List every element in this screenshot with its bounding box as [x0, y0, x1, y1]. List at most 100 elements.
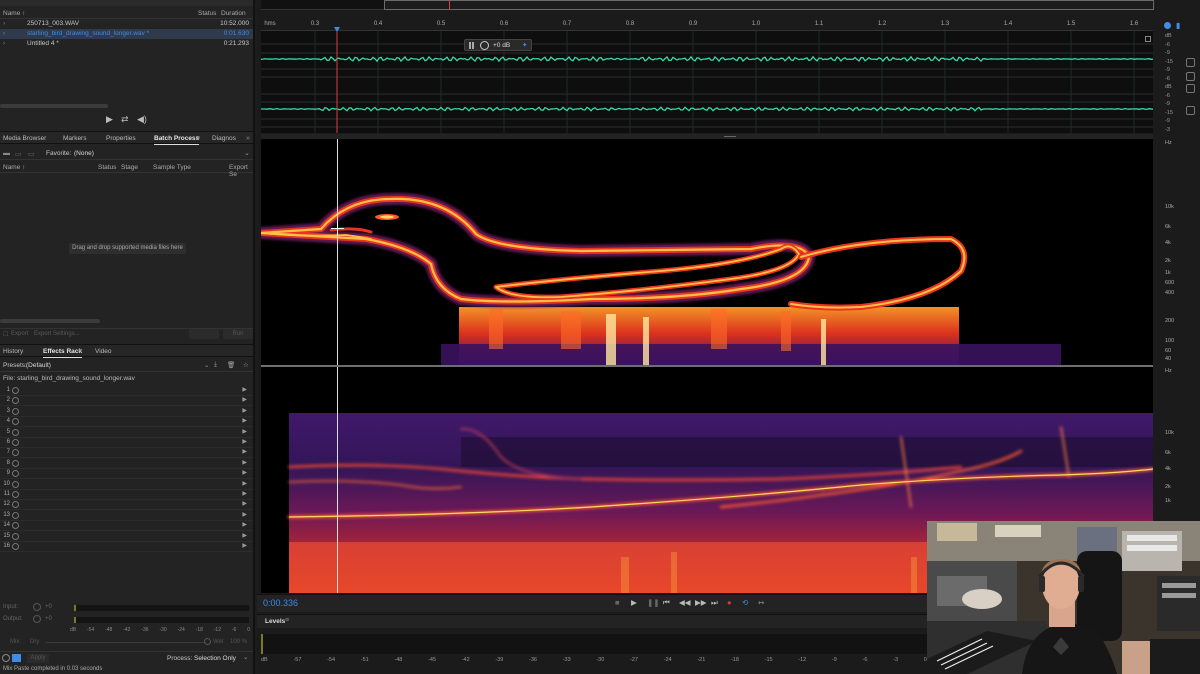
slot-menu-arrow-icon[interactable]: ▶	[242, 521, 247, 528]
effect-slot[interactable]: 13 ▶	[0, 511, 253, 521]
power-icon[interactable]	[2, 654, 10, 662]
star-icon[interactable]: ☆	[243, 361, 249, 369]
apply-effects-button[interactable]: Apply	[27, 654, 49, 663]
effect-slot[interactable]: 16 ▶	[0, 542, 253, 552]
output-knob[interactable]	[33, 615, 41, 623]
remove-icon[interactable]: ▭	[28, 150, 35, 158]
files-col-name[interactable]: Name ↑	[3, 10, 25, 17]
batch-col-stage[interactable]: Stage	[121, 164, 138, 171]
tab-properties[interactable]: Properties	[106, 135, 136, 142]
slot-power-icon[interactable]	[12, 418, 19, 426]
time-ruler[interactable]: hms 0.3 0.4 0.5 0.6 0.7 0.8 0.9 1.0 1.1 1.2 1.3 1.4…	[261, 18, 1153, 32]
rack-view-icon[interactable]	[12, 654, 21, 662]
effect-slot[interactable]: 8 ▶	[0, 459, 253, 469]
input-knob[interactable]	[33, 603, 41, 611]
chevron-down-icon[interactable]: ⌄	[244, 149, 250, 157]
spectrogram-channel-1[interactable]	[261, 139, 1153, 365]
channel-r2-icon[interactable]	[1186, 106, 1195, 115]
zoom-to-fit-icon[interactable]	[1145, 36, 1151, 42]
slot-menu-arrow-icon[interactable]: ▶	[242, 428, 247, 435]
loop-icon[interactable]: ⇄	[121, 114, 129, 125]
move-to-end-icon[interactable]: ⏭	[711, 598, 718, 608]
process-select[interactable]: Selection Only	[194, 655, 236, 662]
effect-slot[interactable]: 6 ▶	[0, 438, 253, 448]
slot-menu-arrow-icon[interactable]: ▶	[242, 532, 247, 539]
slot-power-icon[interactable]	[12, 439, 19, 446]
slot-power-icon[interactable]	[12, 480, 19, 488]
slot-menu-arrow-icon[interactable]: ▶	[242, 459, 247, 466]
effect-slot[interactable]: 9 ▶	[0, 469, 253, 480]
batch-col-name[interactable]: Name ↑	[3, 164, 25, 171]
slot-power-icon[interactable]	[12, 491, 19, 498]
channel-link-icon[interactable]	[1186, 84, 1195, 93]
overview-visible-range[interactable]	[384, 0, 1154, 10]
panel-menu-icon[interactable]: ≡	[196, 135, 200, 142]
chevron-down-icon[interactable]: ⌄	[243, 653, 248, 661]
channel-l-icon[interactable]	[1186, 58, 1195, 67]
slot-menu-arrow-icon[interactable]: ▶	[242, 542, 247, 549]
timecode-display[interactable]: 0:00.336	[263, 598, 298, 608]
file-row[interactable]: › Untitled 4 * 0:21.293	[0, 39, 253, 49]
files-col-duration[interactable]: Duration	[221, 10, 246, 17]
slot-power-icon[interactable]	[12, 543, 19, 550]
waveform-view[interactable]: +0 dB ✦	[261, 31, 1153, 133]
frequency-icon[interactable]: ▮	[1176, 21, 1180, 30]
tab-history[interactable]: History	[3, 348, 23, 355]
file-row[interactable]: › 250713_003.WAV 10:52.000	[0, 19, 253, 29]
expand-chevron-icon[interactable]: ›	[3, 30, 5, 37]
move-to-start-icon[interactable]: ⏮	[663, 598, 670, 608]
slot-menu-arrow-icon[interactable]: ▶	[242, 480, 247, 487]
slot-menu-arrow-icon[interactable]: ▶	[242, 469, 247, 476]
slot-power-icon[interactable]	[12, 522, 19, 530]
batch-col-export[interactable]: Export Se	[229, 164, 253, 178]
levels-menu-icon[interactable]: ≡	[285, 617, 289, 624]
slot-menu-arrow-icon[interactable]: ▶	[242, 490, 247, 497]
batch-col-status[interactable]: Status	[98, 164, 116, 171]
slot-power-icon[interactable]	[12, 449, 19, 457]
spectral-view-icon[interactable]	[1164, 22, 1171, 29]
tab-markers[interactable]: Markers	[63, 135, 86, 142]
play-icon[interactable]: ▶	[106, 114, 113, 125]
effect-slot[interactable]: 3 ▶	[0, 407, 253, 417]
tab-diagnostics[interactable]: Diagnos	[212, 135, 236, 142]
tab-effects-rack[interactable]: Effects Rack	[43, 348, 83, 358]
tab-video[interactable]: Video	[95, 348, 112, 355]
save-preset-icon[interactable]: ⤓	[214, 361, 217, 369]
slot-menu-arrow-icon[interactable]: ▶	[242, 386, 247, 393]
files-scrollbar[interactable]	[0, 104, 108, 108]
expand-chevron-icon[interactable]: ›	[3, 20, 5, 27]
autoplay-icon[interactable]: ◀)	[137, 114, 147, 125]
slot-menu-arrow-icon[interactable]: ▶	[242, 500, 247, 507]
effect-slot[interactable]: 12 ▶	[0, 500, 253, 511]
favorite-select[interactable]: (None)	[74, 150, 94, 157]
skip-selection-icon[interactable]: ⇿	[758, 598, 764, 607]
pause-icon[interactable]: ❚❚	[647, 598, 660, 607]
slot-menu-arrow-icon[interactable]: ▶	[242, 448, 247, 455]
export-checkbox[interactable]: ☐	[3, 331, 8, 338]
effect-slot[interactable]: 10 ▶	[0, 480, 253, 490]
run-button[interactable]: Run	[223, 329, 253, 339]
record-icon[interactable]: ●	[727, 598, 732, 607]
effect-slot[interactable]: 11 ▶	[0, 490, 253, 500]
more-tabs-icon[interactable]: »	[246, 135, 250, 142]
slot-power-icon[interactable]	[12, 397, 19, 405]
files-col-status[interactable]: Status	[198, 10, 216, 17]
slot-power-icon[interactable]	[12, 532, 19, 540]
channel-r-icon[interactable]	[1186, 72, 1195, 81]
effect-slot[interactable]: 7 ▶	[0, 448, 253, 459]
batch-col-sample-type[interactable]: Sample Type	[153, 164, 191, 171]
effect-slot[interactable]: 15 ▶	[0, 532, 253, 542]
tab-batch-process[interactable]: Batch Process	[154, 135, 200, 145]
mix-slider[interactable]	[46, 642, 206, 643]
loop-playback-icon[interactable]: ⟲	[742, 598, 748, 607]
apply-button[interactable]	[189, 329, 219, 339]
slot-power-icon[interactable]	[12, 501, 19, 509]
slot-menu-arrow-icon[interactable]: ▶	[242, 417, 247, 424]
effect-slot[interactable]: 4 ▶	[0, 417, 253, 428]
slot-menu-arrow-icon[interactable]: ▶	[242, 396, 247, 403]
export-settings-button[interactable]: Export Settings...	[34, 331, 80, 337]
slot-power-icon[interactable]	[12, 407, 19, 415]
tab-media-browser[interactable]: Media Browser	[3, 135, 46, 142]
slot-power-icon[interactable]	[12, 387, 19, 394]
chevron-down-icon[interactable]: ⌄	[204, 361, 209, 369]
